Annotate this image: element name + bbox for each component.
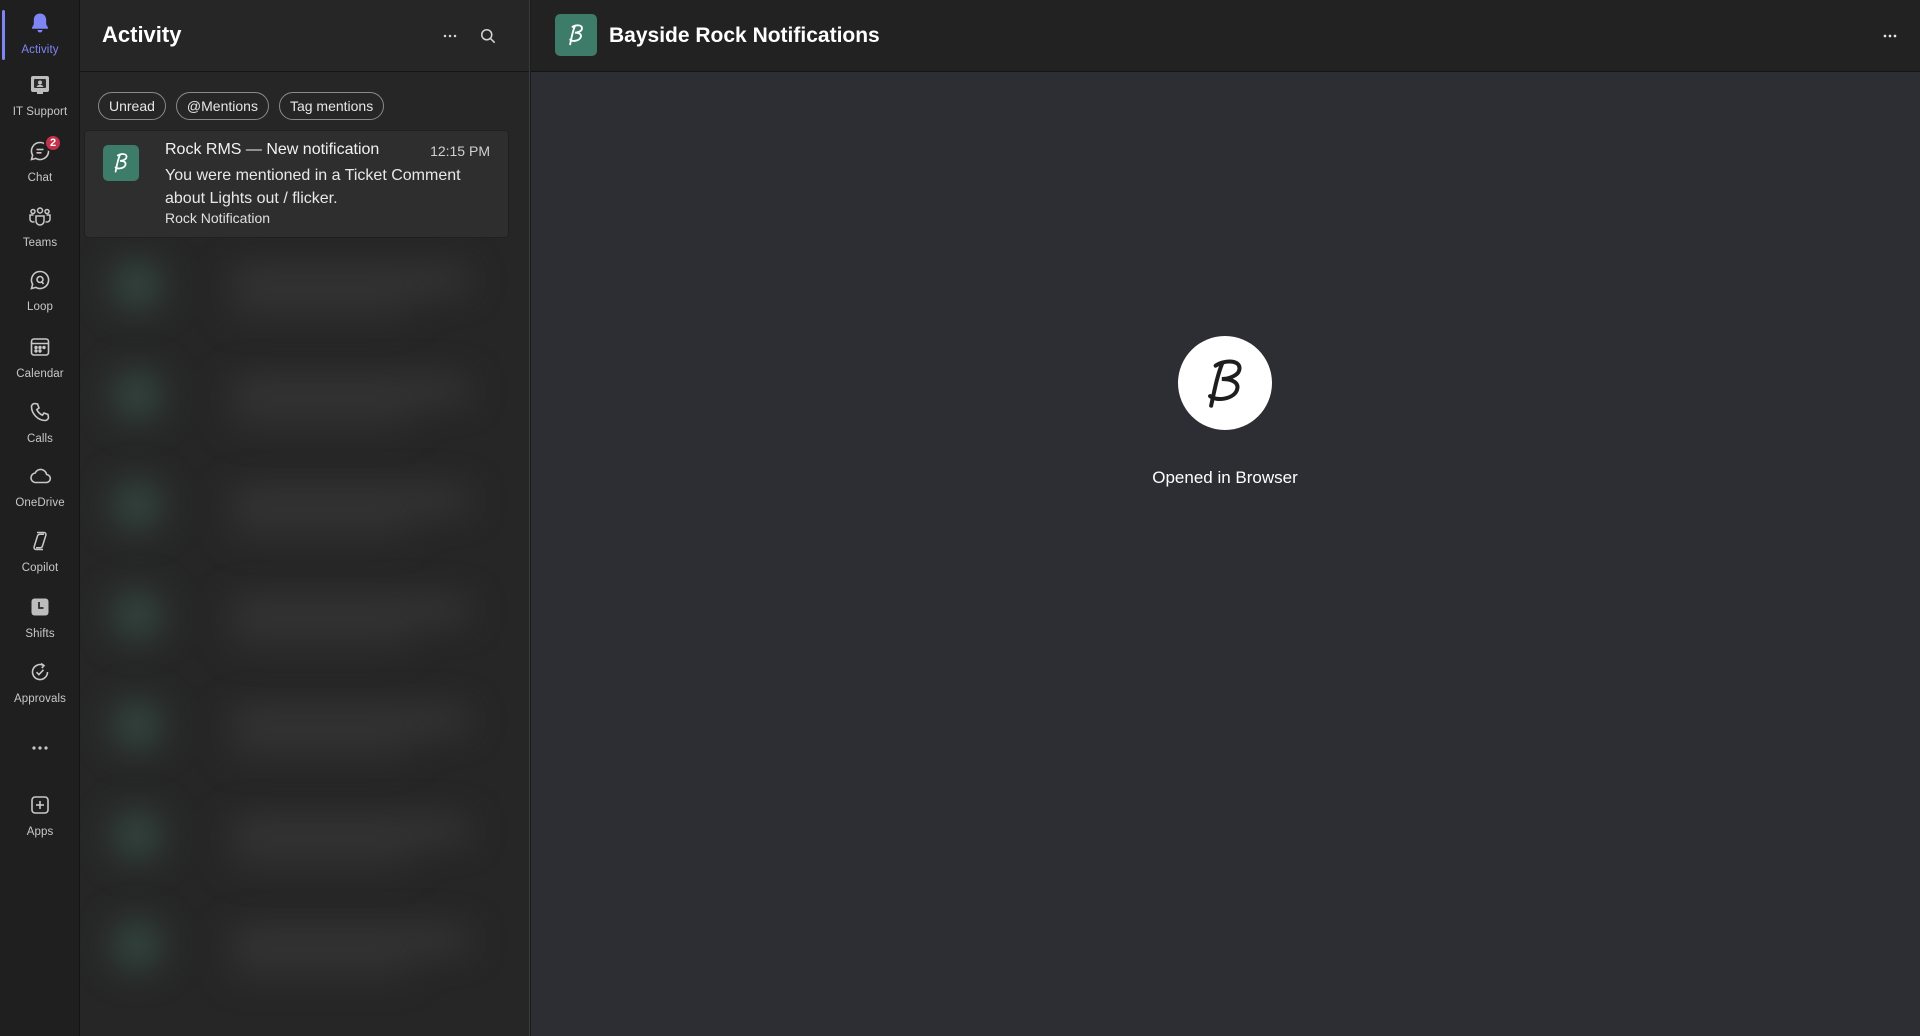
- search-button[interactable]: [474, 22, 502, 50]
- rail-item-activity[interactable]: Activity: [0, 4, 80, 62]
- app-rail: Activity IT Support 2 Chat Teams Loop Ca…: [0, 0, 80, 1036]
- center-logo: [1178, 336, 1272, 430]
- rail-label: IT Support: [12, 105, 68, 118]
- blurred-list-item: [80, 350, 529, 460]
- blurred-list-item: [80, 900, 529, 1010]
- status-message: Opened in Browser: [1152, 468, 1298, 487]
- rail-item-calendar[interactable]: Calendar: [0, 328, 80, 386]
- loop-icon: [28, 268, 52, 297]
- notification-body: You were mentioned in a Ticket Comment a…: [165, 167, 461, 207]
- blurred-list-item: [80, 460, 529, 570]
- rail-label: Calls: [26, 432, 54, 445]
- bell-icon: [28, 11, 52, 40]
- rail-label: Activity: [21, 43, 59, 56]
- bayside-logo-icon: [114, 153, 128, 173]
- copilot-icon: [28, 529, 52, 558]
- bayside-logo-icon: [569, 24, 583, 46]
- rail-item-copilot[interactable]: Copilot: [0, 522, 80, 580]
- bayside-logo-icon: [1208, 359, 1242, 408]
- rail-label: Apps: [26, 825, 54, 838]
- approvals-icon: [28, 660, 52, 689]
- blurred-list-item: [80, 680, 529, 790]
- more-horizontal-icon: [443, 34, 457, 38]
- search-icon: [481, 29, 496, 44]
- it-support-icon: [28, 73, 52, 102]
- phone-icon: [28, 400, 52, 429]
- filter-chips: Unread @Mentions Tag mentions: [98, 92, 385, 120]
- rail-item-approvals[interactable]: Approvals: [0, 653, 80, 711]
- rail-item-loop[interactable]: Loop: [0, 261, 80, 319]
- rail-label: Teams: [22, 236, 58, 249]
- rail-label: Shifts: [25, 627, 55, 640]
- rail-label: Approvals: [13, 692, 67, 705]
- cloud-icon: [28, 464, 52, 493]
- rail-label: Calendar: [16, 367, 64, 380]
- app-header: Bayside Rock Notifications: [531, 0, 1920, 72]
- chat-unread-badge: 2: [44, 134, 62, 152]
- rail-item-chat[interactable]: 2 Chat: [0, 132, 80, 190]
- rail-item-teams[interactable]: Teams: [0, 197, 80, 255]
- app-title: Bayside Rock Notifications: [609, 24, 880, 47]
- activity-pane: Activity Unread @Mentions Tag mentions R…: [80, 0, 530, 1036]
- shifts-icon: [28, 595, 52, 624]
- rail-item-onedrive[interactable]: OneDrive: [0, 457, 80, 515]
- rail-item-shifts[interactable]: Shifts: [0, 588, 80, 646]
- app-content: Bayside Rock Notifications Opened in Bro…: [531, 0, 1920, 1036]
- rock-rms-avatar: [103, 145, 139, 181]
- rail-label: Copilot: [21, 561, 59, 574]
- rail-item-it-support[interactable]: IT Support: [0, 66, 80, 124]
- rail-label: OneDrive: [15, 496, 65, 509]
- rail-label: Chat: [27, 171, 53, 184]
- more-horizontal-icon: [28, 736, 52, 765]
- page-title: Activity: [102, 22, 182, 47]
- teams-icon: [28, 204, 52, 233]
- blurred-list-item: [80, 790, 529, 900]
- notification-card[interactable]: Rock RMS — New notification 12:15 PM You…: [84, 130, 509, 238]
- add-app-icon: [28, 793, 52, 822]
- notification-time: 12:15 PM: [430, 143, 490, 159]
- rail-item-calls[interactable]: Calls: [0, 393, 80, 451]
- notification-title: Rock RMS — New notification: [165, 141, 380, 158]
- more-horizontal-icon: [1883, 34, 1897, 38]
- blurred-list-item: [80, 240, 529, 350]
- more-apps-button[interactable]: [0, 720, 80, 780]
- calendar-icon: [28, 335, 52, 364]
- rail-item-apps[interactable]: Apps: [0, 786, 80, 844]
- blurred-list-item: [80, 570, 529, 680]
- app-more-options-button[interactable]: [1876, 22, 1904, 50]
- filter-unread[interactable]: Unread: [98, 92, 166, 120]
- filter-tag-mentions[interactable]: Tag mentions: [278, 92, 385, 120]
- activity-header: Activity: [80, 0, 529, 72]
- filter-mentions[interactable]: @Mentions: [175, 92, 269, 120]
- more-options-button[interactable]: [436, 22, 464, 50]
- app-logo: [555, 14, 597, 56]
- notification-source: Rock Notification: [165, 210, 271, 226]
- rail-label: Loop: [27, 300, 53, 313]
- active-indicator: [2, 10, 5, 60]
